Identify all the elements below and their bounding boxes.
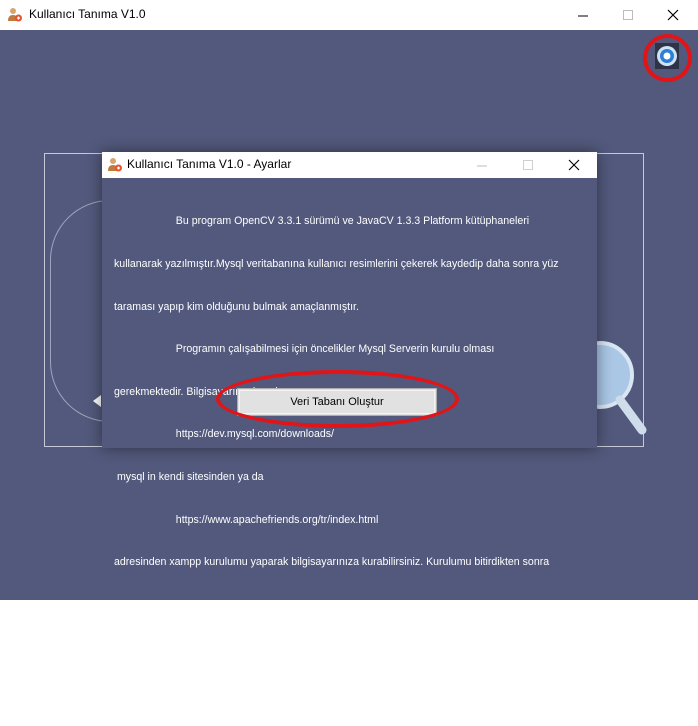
description-line: adresinden xampp kurulumu yaparak bilgis… [114, 556, 550, 569]
dialog-titlebar: Kullanıcı Tanıma V1.0 - Ayarlar [102, 152, 597, 178]
dialog-description: Bu program OpenCV 3.3.1 sürümü ve JavaCV… [114, 186, 584, 726]
magnifier-icon [590, 341, 647, 435]
description-line: Programın çalışabilmesi için öncelikler … [114, 343, 495, 356]
description-line: kullanarak yazılmıştır.Mysql veritabanın… [114, 258, 559, 270]
minimize-icon [476, 165, 487, 166]
xampp-url-line: https://www.apachefriends.org/tr/index.h… [114, 513, 379, 526]
description-line: Bu program OpenCV 3.3.1 sürümü ve JavaCV… [114, 215, 530, 228]
close-icon [667, 9, 679, 21]
dialog-title: Kullanıcı Tanıma V1.0 - Ayarlar [127, 157, 292, 171]
description-line: şifresi olmamalıdır. Bütün bunları yaptı… [114, 641, 537, 654]
settings-button[interactable] [652, 40, 682, 72]
minimize-button[interactable] [560, 0, 606, 30]
dialog-maximize-button[interactable] [505, 152, 551, 178]
settings-gear-icon [655, 43, 679, 69]
description-line: oluşmasını sağlayıp programı kullanmaya … [114, 683, 390, 696]
close-icon [568, 159, 580, 171]
user-app-icon [8, 8, 22, 22]
maximize-icon [522, 159, 533, 170]
description-line: mysql in kendi sitesinden ya da [114, 470, 264, 483]
settings-dialog: Kullanıcı Tanıma V1.0 - Ayarlar Bu progr… [102, 152, 597, 696]
create-database-button[interactable]: Veri Tabanı Oluştur [237, 388, 437, 416]
dialog-close-button[interactable] [551, 152, 597, 178]
minimize-icon [577, 15, 588, 16]
arrow-left-icon [93, 395, 101, 407]
user-app-icon [108, 158, 122, 172]
main-titlebar: Kullanıcı Tanıma V1.0 [0, 0, 698, 31]
dialog-minimize-button[interactable] [459, 152, 505, 178]
mysql-url-line: https://dev.mysql.com/downloads/ [114, 428, 335, 441]
window-title: Kullanıcı Tanıma V1.0 [29, 7, 146, 21]
description-line: taraması yapıp kim olduğunu bulmak amaçl… [114, 300, 359, 313]
close-button[interactable] [650, 0, 696, 30]
maximize-icon [622, 9, 633, 20]
maximize-button[interactable] [605, 0, 651, 30]
